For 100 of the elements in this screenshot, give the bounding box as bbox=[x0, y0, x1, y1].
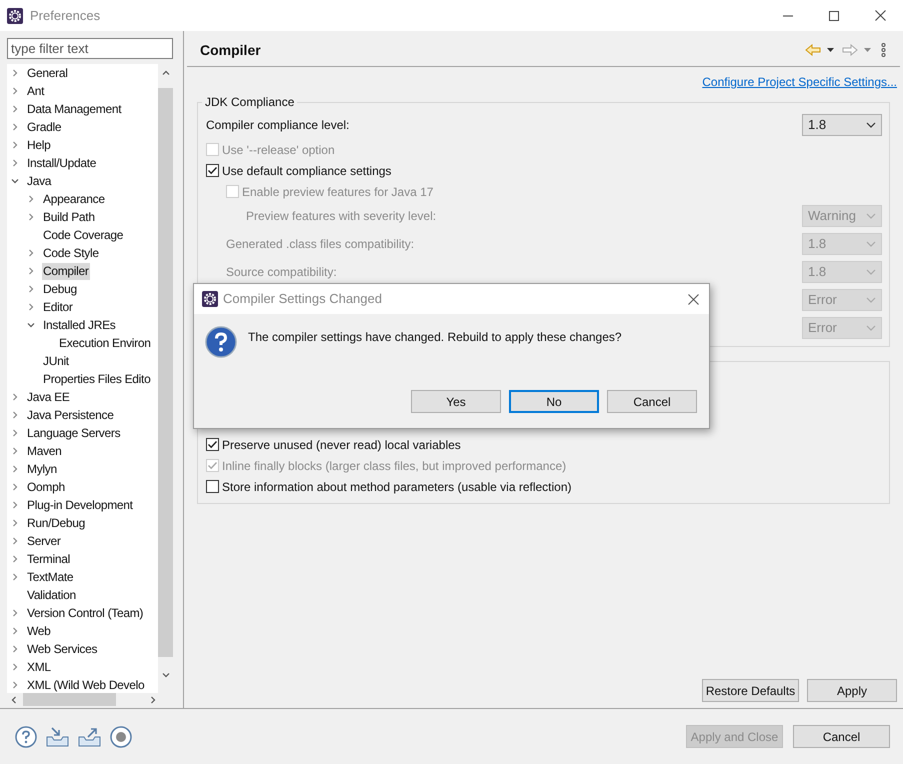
tree-item[interactable]: Terminal bbox=[26, 550, 71, 568]
tree-item[interactable]: TextMate bbox=[26, 568, 74, 586]
button[interactable]: Restore Defaults bbox=[702, 679, 799, 702]
tree-item[interactable]: Server bbox=[26, 532, 62, 550]
chevron-right-icon[interactable] bbox=[11, 519, 19, 527]
tree-item[interactable]: General bbox=[26, 64, 69, 82]
checkbox[interactable] bbox=[206, 438, 219, 451]
chevron-down-icon[interactable] bbox=[162, 671, 170, 679]
tree-item[interactable]: Code Style bbox=[42, 244, 100, 262]
chevron-right-icon[interactable] bbox=[11, 483, 19, 491]
scrollbar-thumb[interactable] bbox=[23, 693, 116, 706]
filter-field[interactable]: type filter text bbox=[7, 38, 173, 59]
chevron-right-icon[interactable] bbox=[11, 411, 19, 419]
chevron-right-icon[interactable] bbox=[27, 285, 35, 293]
chevron-right-icon[interactable] bbox=[11, 87, 19, 95]
tree-item[interactable]: Plug-in Development bbox=[26, 496, 134, 514]
tree-item[interactable]: Properties Files Edito bbox=[42, 370, 152, 388]
import-icon[interactable] bbox=[46, 726, 69, 746]
button[interactable]: Cancel bbox=[793, 725, 890, 748]
tree-item[interactable]: JUnit bbox=[42, 352, 70, 370]
tree-item[interactable]: Compiler bbox=[42, 262, 90, 280]
chevron-right-icon[interactable] bbox=[11, 69, 19, 77]
checkbox-label[interactable]: Use default compliance settings bbox=[222, 162, 392, 180]
dialog-message: The compiler settings have changed. Rebuild to apply these changes? bbox=[248, 329, 622, 346]
chevron-down-icon[interactable] bbox=[11, 177, 19, 185]
chevron-right-icon[interactable] bbox=[11, 123, 19, 131]
button[interactable]: Cancel bbox=[607, 390, 697, 413]
chevron-right-icon[interactable] bbox=[11, 609, 19, 617]
tree-item[interactable]: Data Management bbox=[26, 100, 122, 118]
chevron-right-icon[interactable] bbox=[11, 141, 19, 149]
chevron-right-icon[interactable] bbox=[11, 537, 19, 545]
checkbox-label[interactable]: Store information about method parameters (usable via reflection) bbox=[222, 478, 572, 496]
chevron-right-icon[interactable] bbox=[11, 105, 19, 113]
chevron-left-icon[interactable] bbox=[10, 696, 18, 704]
tree-item[interactable]: XML bbox=[26, 658, 52, 676]
tree-item[interactable]: Run/Debug bbox=[26, 514, 86, 532]
chevron-right-icon[interactable] bbox=[11, 573, 19, 581]
tree-item[interactable]: Web Services bbox=[26, 640, 98, 658]
setting-label: Generated .class files compatibility: bbox=[226, 236, 414, 253]
tree-item[interactable]: Help bbox=[26, 136, 52, 154]
help-icon[interactable] bbox=[15, 726, 37, 748]
chevron-right-icon[interactable] bbox=[11, 681, 19, 689]
tree-item[interactable]: Editor bbox=[42, 298, 74, 316]
checkbox[interactable] bbox=[206, 164, 219, 177]
tree-item[interactable]: Appearance bbox=[42, 190, 106, 208]
button[interactable]: Apply bbox=[807, 679, 897, 702]
tree-item[interactable]: Gradle bbox=[26, 118, 62, 136]
configure-link[interactable]: Configure Project Specific Settings... bbox=[702, 73, 897, 91]
export-icon[interactable] bbox=[78, 726, 101, 746]
tree-item[interactable]: Code Coverage bbox=[42, 226, 124, 244]
tree-item[interactable]: Installed JREs bbox=[42, 316, 116, 334]
chevron-right-icon[interactable] bbox=[11, 501, 19, 509]
button[interactable]: No bbox=[509, 390, 599, 413]
checkbox[interactable] bbox=[206, 480, 219, 493]
maximize-icon[interactable] bbox=[829, 10, 839, 20]
tree-item[interactable]: Oomph bbox=[26, 478, 66, 496]
chevron-right-icon[interactable] bbox=[27, 195, 35, 203]
tree-item[interactable]: Install/Update bbox=[26, 154, 98, 172]
chevron-right-icon[interactable] bbox=[11, 465, 19, 473]
chevron-down-icon bbox=[866, 269, 876, 275]
tree-item[interactable]: Maven bbox=[26, 442, 63, 460]
forward-arrow-icon[interactable] bbox=[842, 44, 858, 56]
chevron-right-icon[interactable] bbox=[11, 159, 19, 167]
app-logo-icon bbox=[202, 291, 218, 307]
tree-item[interactable]: Ant bbox=[26, 82, 46, 100]
chevron-right-icon[interactable] bbox=[11, 429, 19, 437]
chevron-right-icon[interactable] bbox=[27, 213, 35, 221]
chevron-right-icon[interactable] bbox=[149, 696, 157, 704]
tree-item[interactable]: Java EE bbox=[26, 388, 71, 406]
chevron-right-icon[interactable] bbox=[11, 645, 19, 653]
tree-item[interactable]: Validation bbox=[26, 586, 77, 604]
more-icon[interactable] bbox=[881, 43, 886, 57]
tree-item[interactable]: Build Path bbox=[42, 208, 96, 226]
tree-item[interactable]: Execution Environ bbox=[58, 334, 152, 352]
chevron-right-icon[interactable] bbox=[11, 555, 19, 563]
chevron-right-icon[interactable] bbox=[11, 627, 19, 635]
tree-item[interactable]: Mylyn bbox=[26, 460, 58, 478]
chevron-right-icon[interactable] bbox=[27, 267, 35, 275]
dropdown[interactable]: 1.8 bbox=[802, 114, 882, 136]
chevron-right-icon[interactable] bbox=[11, 393, 19, 401]
record-icon[interactable] bbox=[110, 726, 132, 748]
tree-item[interactable]: XML (Wild Web Develo bbox=[26, 676, 146, 693]
chevron-right-icon[interactable] bbox=[11, 663, 19, 671]
back-arrow-icon[interactable] bbox=[805, 44, 821, 56]
tree-item[interactable]: Java bbox=[26, 172, 52, 190]
close-icon[interactable] bbox=[875, 10, 886, 21]
chevron-down-icon[interactable] bbox=[27, 321, 35, 329]
button[interactable]: Yes bbox=[411, 390, 501, 413]
chevron-up-icon[interactable] bbox=[162, 69, 170, 77]
chevron-right-icon[interactable] bbox=[27, 249, 35, 257]
tree-item[interactable]: Web bbox=[26, 622, 52, 640]
caret-icon[interactable] bbox=[827, 48, 834, 52]
chevron-right-icon[interactable] bbox=[11, 447, 19, 455]
tree-item[interactable]: Debug bbox=[42, 280, 78, 298]
tree-item[interactable]: Language Servers bbox=[26, 424, 122, 442]
checkbox-label[interactable]: Preserve unused (never read) local variables bbox=[222, 436, 461, 454]
tree-item[interactable]: Java Persistence bbox=[26, 406, 115, 424]
tree-item[interactable]: Version Control (Team) bbox=[26, 604, 144, 622]
chevron-right-icon[interactable] bbox=[27, 303, 35, 311]
close-icon[interactable] bbox=[688, 294, 699, 304]
